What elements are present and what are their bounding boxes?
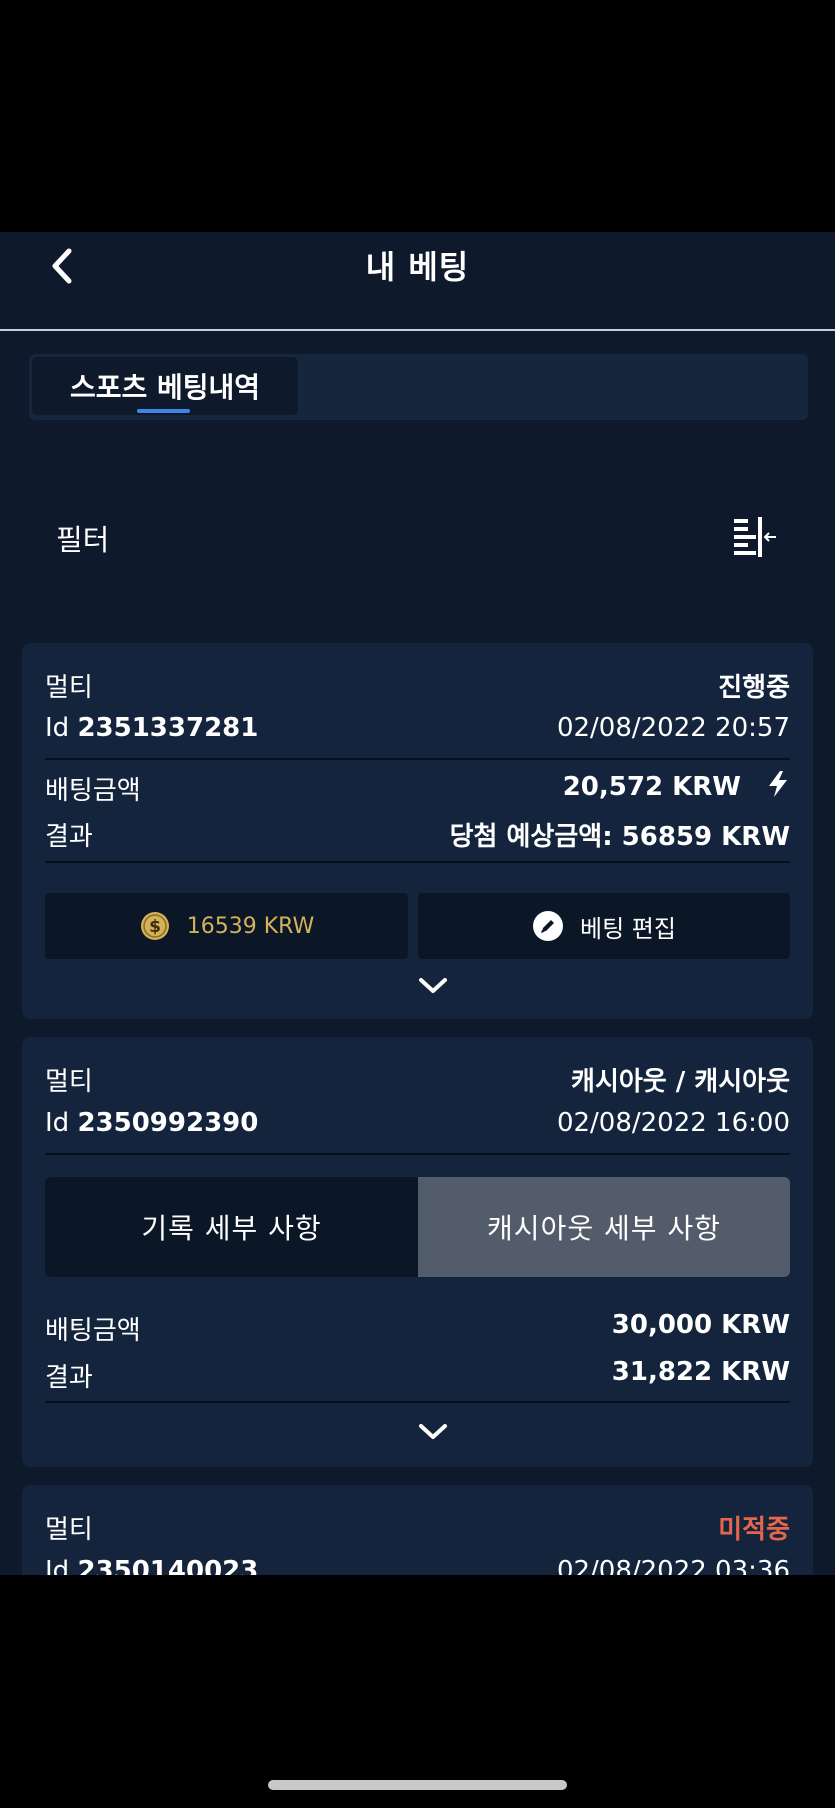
bet-id-row: Id 2351337281 02/08/2022 20:57: [45, 709, 790, 749]
cashout-amount: 16539 KRW: [186, 913, 315, 939]
stake-group: 20,572 KRW: [563, 770, 790, 802]
svg-text:$: $: [149, 917, 161, 937]
bet-type-row: 멀티 미적중: [45, 1505, 790, 1545]
stake-label: 배팅금액: [45, 776, 141, 806]
row-divider: [45, 1153, 790, 1155]
stake-value: 20,572 KRW: [562, 772, 741, 802]
filter-button[interactable]: 필터: [56, 517, 109, 559]
expand-button[interactable]: [417, 1421, 449, 1443]
id-number: 2350992390: [77, 1108, 259, 1138]
header: 내 베팅: [0, 232, 835, 331]
bet-datetime: 02/08/2022 16:00: [556, 1108, 790, 1138]
chevron-down-icon: [419, 978, 447, 993]
active-tab-indicator: [137, 409, 190, 413]
bet-type: 멀티: [45, 1515, 93, 1545]
tab-bar: 스포츠 베팅내역: [29, 354, 808, 420]
stake-label: 배팅금액: [45, 1316, 141, 1346]
bet-datetime: 02/08/2022 03:36: [556, 1556, 790, 1575]
bet-status: 미적중: [718, 1515, 790, 1545]
filter-sort-icon[interactable]: [728, 513, 780, 559]
filter-row: 필터: [0, 507, 835, 567]
result-row: 결과 당첨 예상금액: 56859 KRW: [45, 812, 790, 852]
tab-label: 스포츠 베팅내역: [69, 371, 261, 404]
stake-row: 배팅금액 20,572 KRW: [45, 766, 790, 806]
bet-type: 멀티: [45, 1067, 93, 1097]
bet-type-row: 멀티 진행중: [45, 663, 790, 703]
app-container: 내 베팅 스포츠 베팅내역 필터 멀티 진행중 Id 2351337281 02…: [0, 232, 835, 1575]
edit-bet-button[interactable]: 베팅 편집: [418, 893, 790, 959]
id-number: 2351337281: [77, 713, 259, 743]
bet-type-row: 멀티 캐시아웃 / 캐시아웃: [45, 1057, 790, 1097]
bet-datetime: 02/08/2022 20:57: [556, 713, 790, 743]
page-title: 내 베팅: [365, 248, 470, 286]
bet-status: 캐시아웃 / 캐시아웃: [571, 1067, 790, 1097]
edit-bet-label: 베팅 편집: [580, 914, 676, 943]
row-divider: [45, 1401, 790, 1403]
bet-type: 멀티: [45, 673, 93, 703]
row-divider: [45, 758, 790, 760]
result-label: 결과: [45, 822, 93, 852]
id-prefix: Id: [45, 1108, 70, 1138]
bet-id-row: Id 2350140023 02/08/2022 03:36: [45, 1552, 790, 1575]
stake-row: 배팅금액 30,000 KRW: [45, 1306, 790, 1346]
bet-card: 멀티 미적중 Id 2350140023 02/08/2022 03:36: [22, 1485, 813, 1575]
tab-sports-bet-history[interactable]: 스포츠 베팅내역: [32, 357, 298, 415]
coin-icon: $: [140, 912, 169, 940]
bet-id: Id 2350992390: [45, 1108, 258, 1138]
bet-id-row: Id 2350992390 02/08/2022 16:00: [45, 1104, 790, 1144]
stake-value: 30,000 KRW: [611, 1310, 790, 1340]
cashout-button[interactable]: $ 16539 KRW: [45, 893, 408, 959]
bet-card: 멀티 캐시아웃 / 캐시아웃 Id 2350992390 02/08/2022 …: [22, 1037, 813, 1467]
history-details-button[interactable]: 기록 세부 사항: [45, 1177, 418, 1277]
expand-button[interactable]: [417, 975, 449, 997]
bet-id: Id 2351337281: [45, 713, 258, 743]
id-number: 2350140023: [77, 1556, 259, 1575]
result-value: 31,822 KRW: [611, 1357, 790, 1387]
result-row: 결과 31,822 KRW: [45, 1353, 790, 1393]
id-prefix: Id: [45, 1556, 70, 1575]
result-label: 결과: [45, 1363, 93, 1393]
cashout-details-button[interactable]: 캐시아웃 세부 사항: [418, 1177, 790, 1277]
row-divider: [45, 861, 790, 863]
bet-status: 진행중: [718, 673, 790, 703]
detail-segmented-control: 기록 세부 사항 캐시아웃 세부 사항: [45, 1177, 790, 1277]
bet-id: Id 2350140023: [45, 1556, 258, 1575]
pencil-icon: [533, 911, 564, 941]
id-prefix: Id: [45, 713, 70, 743]
lightning-icon: [769, 771, 787, 797]
home-indicator[interactable]: [268, 1780, 567, 1790]
result-value: 당첨 예상금액: 56859 KRW: [449, 822, 790, 852]
chevron-down-icon: [419, 1424, 447, 1439]
bet-card: 멀티 진행중 Id 2351337281 02/08/2022 20:57 배팅…: [22, 643, 813, 1019]
header-divider: [0, 329, 835, 331]
screen: 내 베팅 스포츠 베팅내역 필터 멀티 진행중 Id 2351337281 02…: [0, 0, 835, 1808]
